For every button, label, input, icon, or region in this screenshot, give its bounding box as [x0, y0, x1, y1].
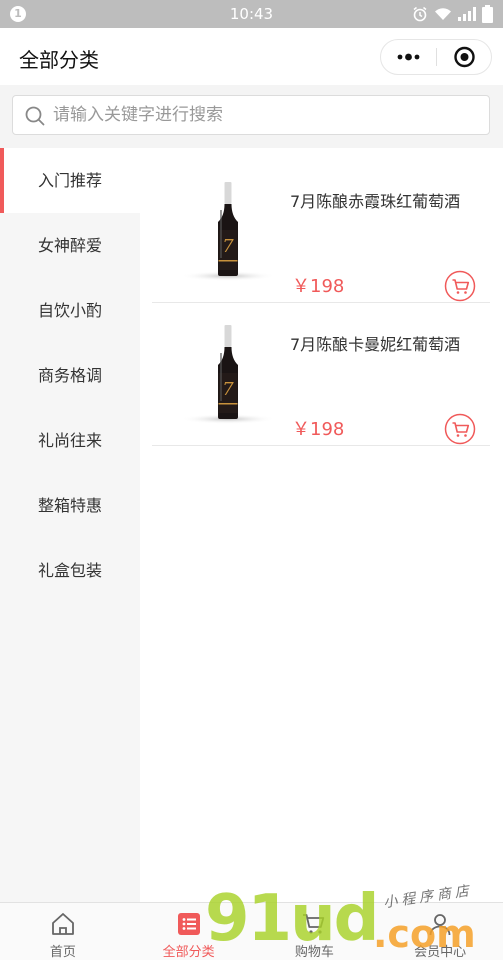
search-icon: [25, 106, 45, 126]
category-item-case-deals[interactable]: 整箱特惠: [0, 473, 140, 538]
signal-icon: [458, 7, 476, 21]
wifi-icon: [434, 6, 452, 22]
tab-cart[interactable]: 购物车: [252, 903, 378, 960]
category-label: 商务格调: [38, 366, 103, 385]
product-price: ￥198: [292, 419, 345, 440]
category-item-gifts[interactable]: 礼尚往来: [0, 408, 140, 473]
svg-text:7: 7: [222, 236, 234, 257]
add-to-cart-button[interactable]: [444, 413, 476, 445]
svg-text:7: 7: [222, 379, 234, 400]
user-icon: [429, 914, 451, 936]
list-icon: [177, 913, 200, 935]
add-to-cart-button[interactable]: [444, 270, 476, 302]
category-item-gift-box[interactable]: 礼盒包装: [0, 538, 140, 603]
tab-label: 首页: [49, 945, 76, 960]
wine-bottle-image: 7: [180, 325, 276, 424]
category-item-intro[interactable]: 入门推荐: [0, 148, 140, 213]
more-button[interactable]: [381, 40, 436, 74]
tab-bar: 首页 全部分类 购物车 会员中心: [0, 902, 503, 960]
product-card[interactable]: 7 7月陈酿赤霞珠红葡萄酒 ￥198: [152, 160, 490, 303]
product-card[interactable]: 7 7月陈酿卡曼妮红葡萄酒 ￥198: [152, 303, 490, 446]
category-label: 礼尚往来: [38, 431, 103, 450]
mini-program-capsule: [380, 39, 492, 75]
close-target-icon: [454, 46, 475, 68]
product-price: ￥198: [292, 276, 345, 297]
cart-icon: [303, 914, 325, 934]
product-name: 7月陈酿卡曼妮红葡萄酒: [290, 335, 461, 354]
tab-home[interactable]: 首页: [0, 903, 126, 960]
category-label: 自饮小酌: [38, 301, 103, 320]
tab-label: 会员中心: [414, 945, 467, 960]
search-area: [0, 85, 503, 148]
close-button[interactable]: [437, 40, 492, 74]
more-icon: [397, 53, 420, 61]
product-list: 7 7月陈酿赤霞珠红葡萄酒 ￥198 7 7月陈酿卡曼妮红葡萄酒 ￥198: [140, 148, 503, 902]
cart-icon: [444, 270, 476, 302]
search-box[interactable]: [12, 95, 490, 135]
page-title: 全部分类: [19, 48, 99, 72]
status-bar: 1 10:43: [0, 0, 503, 28]
category-item-goddess[interactable]: 女神醉爱: [0, 213, 140, 278]
alarm-icon: [412, 6, 428, 22]
tab-label: 购物车: [294, 945, 334, 960]
cart-icon: [444, 413, 476, 445]
category-sidebar: 入门推荐 女神醉爱 自饮小酌 商务格调 礼尚往来 整箱特惠 礼盒包装: [0, 148, 140, 902]
wine-bottle-image: 7: [180, 182, 276, 281]
tab-label: 全部分类: [162, 945, 215, 960]
category-item-self-drink[interactable]: 自饮小酌: [0, 278, 140, 343]
tab-member[interactable]: 会员中心: [377, 903, 503, 960]
tab-categories[interactable]: 全部分类: [126, 903, 252, 960]
product-name: 7月陈酿赤霞珠红葡萄酒: [290, 192, 461, 211]
home-icon: [51, 913, 74, 935]
nav-bar: 全部分类: [0, 28, 503, 85]
category-item-business[interactable]: 商务格调: [0, 343, 140, 408]
category-label: 礼盒包装: [38, 561, 103, 580]
category-label: 整箱特惠: [38, 496, 103, 515]
category-label: 入门推荐: [38, 171, 103, 190]
category-label: 女神醉爱: [38, 236, 103, 255]
battery-icon: [482, 5, 493, 23]
search-input[interactable]: [53, 102, 473, 128]
